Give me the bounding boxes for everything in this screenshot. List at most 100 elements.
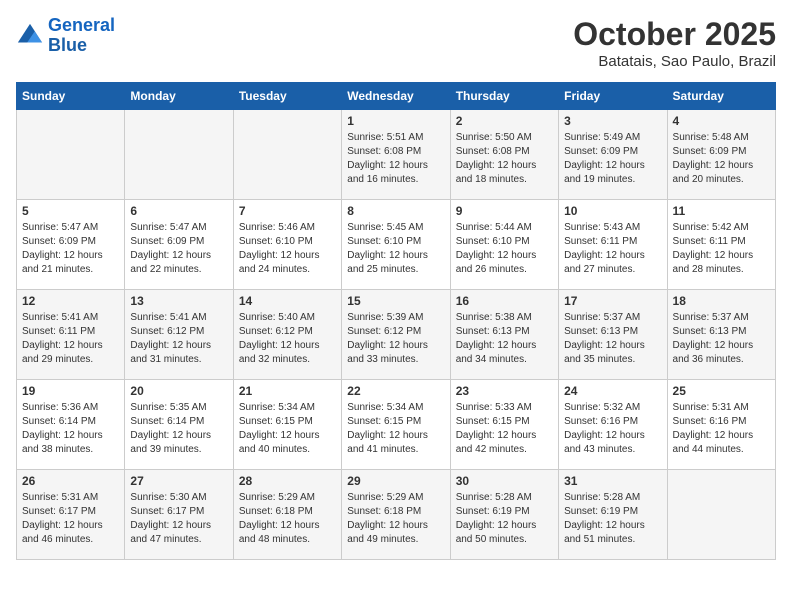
calendar-cell: 27 Sunrise: 5:30 AM Sunset: 6:17 PM Dayli…: [125, 470, 233, 560]
day-info: Sunrise: 5:28 AM Sunset: 6:19 PM Dayligh…: [456, 491, 553, 547]
day-number: 6: [130, 204, 227, 218]
day-info: Sunrise: 5:39 AM Sunset: 6:12 PM Dayligh…: [347, 311, 444, 367]
calendar-cell: 31Sunrise: 5:28 AM Sunset: 6:19 PM Dayli…: [559, 470, 667, 560]
calendar-cell: 4 Sunrise: 5:48 AM Sunset: 6:09 PM Daylig…: [667, 110, 775, 200]
day-info: Sunrise: 5:38 AM Sunset: 6:13 PM Dayligh…: [456, 311, 553, 367]
day-header-monday: Monday: [125, 83, 233, 110]
day-info: Sunrise: 5:34 AM Sunset: 6:15 PM Dayligh…: [347, 401, 444, 457]
day-number: 13: [130, 294, 227, 308]
calendar-cell: 25 Sunrise: 5:31 AM Sunset: 6:16 PM Dayli…: [667, 380, 775, 470]
calendar-cell: 30 Sunrise: 5:28 AM Sunset: 6:19 PM Dayli…: [450, 470, 558, 560]
calendar-cell: 10 Sunrise: 5:43 AM Sunset: 6:11 PM Dayli…: [559, 200, 667, 290]
calendar-cell: 24Sunrise: 5:32 AM Sunset: 6:16 PM Dayli…: [559, 380, 667, 470]
day-number: 22: [347, 384, 444, 398]
day-number: 17: [564, 294, 661, 308]
day-info: Sunrise: 5:37 AM Sunset: 6:13 PM Dayligh…: [564, 311, 661, 367]
week-row-2: 12 Sunrise: 5:41 AM Sunset: 6:11 PM Dayli…: [17, 290, 776, 380]
calendar-cell: 28 Sunrise: 5:29 AM Sunset: 6:18 PM Dayli…: [233, 470, 341, 560]
calendar-cell: 18 Sunrise: 5:37 AM Sunset: 6:13 PM Dayli…: [667, 290, 775, 380]
day-number: 20: [130, 384, 227, 398]
day-number: 15: [347, 294, 444, 308]
calendar-cell: 1Sunrise: 5:51 AM Sunset: 6:08 PM Daylig…: [342, 110, 450, 200]
day-header-sunday: Sunday: [17, 83, 125, 110]
calendar-cell: 16Sunrise: 5:38 AM Sunset: 6:13 PM Dayli…: [450, 290, 558, 380]
day-number: 19: [22, 384, 119, 398]
calendar-cell: 13Sunrise: 5:41 AM Sunset: 6:12 PM Dayli…: [125, 290, 233, 380]
calendar-cell: 23 Sunrise: 5:33 AM Sunset: 6:15 PM Dayli…: [450, 380, 558, 470]
day-info: Sunrise: 5:49 AM Sunset: 6:09 PM Dayligh…: [564, 131, 661, 187]
calendar-cell: 6 Sunrise: 5:47 AM Sunset: 6:09 PM Daylig…: [125, 200, 233, 290]
day-number: 21: [239, 384, 336, 398]
day-number: 23: [456, 384, 553, 398]
day-info: Sunrise: 5:30 AM Sunset: 6:17 PM Dayligh…: [130, 491, 227, 547]
logo: General Blue: [16, 16, 115, 56]
day-info: Sunrise: 5:31 AM Sunset: 6:17 PM Dayligh…: [22, 491, 119, 547]
calendar-cell: 9 Sunrise: 5:44 AM Sunset: 6:10 PM Daylig…: [450, 200, 558, 290]
week-row-4: 26 Sunrise: 5:31 AM Sunset: 6:17 PM Dayli…: [17, 470, 776, 560]
calendar-table: SundayMondayTuesdayWednesdayThursdayFrid…: [16, 82, 776, 560]
day-header-saturday: Saturday: [667, 83, 775, 110]
day-number: 10: [564, 204, 661, 218]
day-number: 11: [673, 204, 770, 218]
day-info: Sunrise: 5:45 AM Sunset: 6:10 PM Dayligh…: [347, 221, 444, 277]
day-number: 9: [456, 204, 553, 218]
day-info: Sunrise: 5:50 AM Sunset: 6:08 PM Dayligh…: [456, 131, 553, 187]
calendar-cell: 3 Sunrise: 5:49 AM Sunset: 6:09 PM Daylig…: [559, 110, 667, 200]
day-number: 31: [564, 474, 661, 488]
day-number: 3: [564, 114, 661, 128]
calendar-cell: 22 Sunrise: 5:34 AM Sunset: 6:15 PM Dayli…: [342, 380, 450, 470]
day-info: Sunrise: 5:44 AM Sunset: 6:10 PM Dayligh…: [456, 221, 553, 277]
calendar-cell: [125, 110, 233, 200]
day-info: Sunrise: 5:43 AM Sunset: 6:11 PM Dayligh…: [564, 221, 661, 277]
day-number: 18: [673, 294, 770, 308]
day-number: 7: [239, 204, 336, 218]
day-number: 30: [456, 474, 553, 488]
day-info: Sunrise: 5:33 AM Sunset: 6:15 PM Dayligh…: [456, 401, 553, 457]
day-header-friday: Friday: [559, 83, 667, 110]
day-info: Sunrise: 5:34 AM Sunset: 6:15 PM Dayligh…: [239, 401, 336, 457]
day-info: Sunrise: 5:48 AM Sunset: 6:09 PM Dayligh…: [673, 131, 770, 187]
title-block: October 2025 Batatais, Sao Paulo, Brazil: [573, 16, 776, 70]
day-info: Sunrise: 5:46 AM Sunset: 6:10 PM Dayligh…: [239, 221, 336, 277]
calendar-cell: 12 Sunrise: 5:41 AM Sunset: 6:11 PM Dayli…: [17, 290, 125, 380]
calendar-cell: 15 Sunrise: 5:39 AM Sunset: 6:12 PM Dayli…: [342, 290, 450, 380]
day-header-wednesday: Wednesday: [342, 83, 450, 110]
day-number: 2: [456, 114, 553, 128]
day-info: Sunrise: 5:32 AM Sunset: 6:16 PM Dayligh…: [564, 401, 661, 457]
day-number: 28: [239, 474, 336, 488]
day-info: Sunrise: 5:29 AM Sunset: 6:18 PM Dayligh…: [347, 491, 444, 547]
day-number: 8: [347, 204, 444, 218]
day-info: Sunrise: 5:40 AM Sunset: 6:12 PM Dayligh…: [239, 311, 336, 367]
day-number: 12: [22, 294, 119, 308]
day-info: Sunrise: 5:36 AM Sunset: 6:14 PM Dayligh…: [22, 401, 119, 457]
day-number: 29: [347, 474, 444, 488]
header-row: SundayMondayTuesdayWednesdayThursdayFrid…: [17, 83, 776, 110]
calendar-cell: 20Sunrise: 5:35 AM Sunset: 6:14 PM Dayli…: [125, 380, 233, 470]
calendar-cell: 21 Sunrise: 5:34 AM Sunset: 6:15 PM Dayli…: [233, 380, 341, 470]
calendar-cell: 2 Sunrise: 5:50 AM Sunset: 6:08 PM Daylig…: [450, 110, 558, 200]
day-number: 25: [673, 384, 770, 398]
calendar-cell: 19 Sunrise: 5:36 AM Sunset: 6:14 PM Dayli…: [17, 380, 125, 470]
month-title: October 2025: [573, 16, 776, 53]
day-info: Sunrise: 5:47 AM Sunset: 6:09 PM Dayligh…: [130, 221, 227, 277]
day-info: Sunrise: 5:37 AM Sunset: 6:13 PM Dayligh…: [673, 311, 770, 367]
day-info: Sunrise: 5:29 AM Sunset: 6:18 PM Dayligh…: [239, 491, 336, 547]
calendar-cell: 17 Sunrise: 5:37 AM Sunset: 6:13 PM Dayli…: [559, 290, 667, 380]
logo-text: General Blue: [48, 16, 115, 56]
day-number: 4: [673, 114, 770, 128]
day-number: 14: [239, 294, 336, 308]
day-header-thursday: Thursday: [450, 83, 558, 110]
day-number: 26: [22, 474, 119, 488]
day-info: Sunrise: 5:41 AM Sunset: 6:11 PM Dayligh…: [22, 311, 119, 367]
week-row-1: 5Sunrise: 5:47 AM Sunset: 6:09 PM Daylig…: [17, 200, 776, 290]
page-header: General Blue October 2025 Batatais, Sao …: [16, 16, 776, 70]
calendar-cell: 5Sunrise: 5:47 AM Sunset: 6:09 PM Daylig…: [17, 200, 125, 290]
day-info: Sunrise: 5:31 AM Sunset: 6:16 PM Dayligh…: [673, 401, 770, 457]
calendar-cell: 8 Sunrise: 5:45 AM Sunset: 6:10 PM Daylig…: [342, 200, 450, 290]
location: Batatais, Sao Paulo, Brazil: [573, 53, 776, 70]
calendar-cell: 11Sunrise: 5:42 AM Sunset: 6:11 PM Dayli…: [667, 200, 775, 290]
calendar-cell: [17, 110, 125, 200]
logo-icon: [16, 22, 44, 50]
day-number: 1: [347, 114, 444, 128]
day-number: 27: [130, 474, 227, 488]
